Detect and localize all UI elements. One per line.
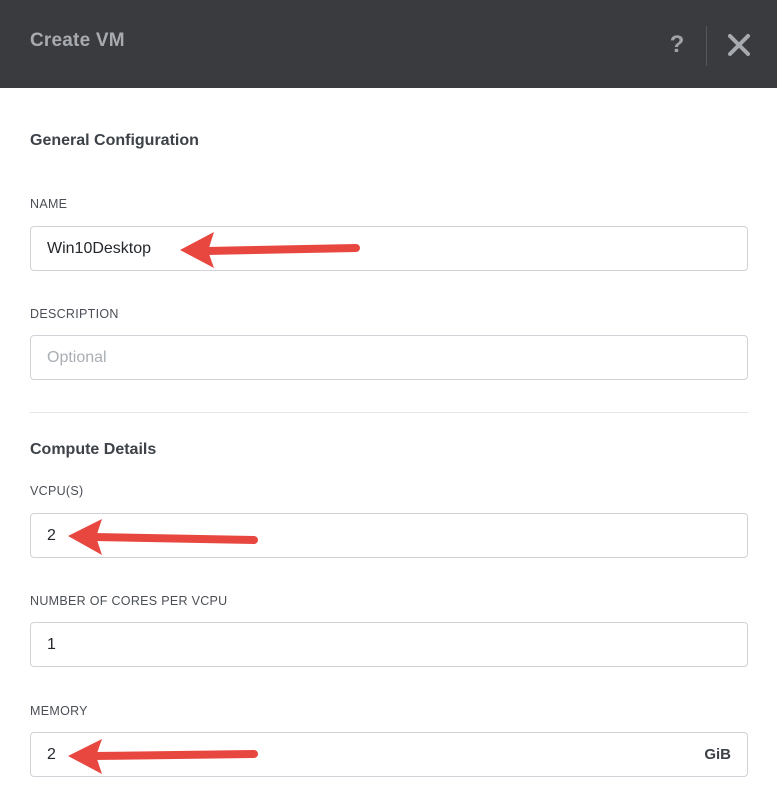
cores-per-vcpu-input-value: 1	[47, 636, 56, 653]
memory-label: MEMORY	[30, 704, 88, 718]
cores-per-vcpu-input[interactable]: 1	[30, 622, 748, 667]
vcpus-input-value: 2	[47, 527, 56, 544]
description-input[interactable]: Optional	[30, 335, 748, 380]
section-divider	[30, 412, 748, 413]
name-label: NAME	[30, 197, 68, 211]
titlebar-divider	[706, 26, 707, 66]
vcpus-input[interactable]: 2	[30, 513, 748, 558]
memory-input[interactable]: 2 GiB	[30, 732, 748, 777]
dialog-titlebar: Create VM ?	[0, 0, 777, 88]
name-input-value: Win10Desktop	[47, 240, 152, 257]
name-input[interactable]: Win10Desktop	[30, 226, 748, 271]
section-title-compute: Compute Details	[30, 441, 157, 458]
section-title-general: General Configuration	[30, 132, 199, 149]
memory-unit: GiB	[704, 746, 731, 763]
vcpus-label: VCPU(S)	[30, 484, 84, 498]
description-label: DESCRIPTION	[30, 307, 119, 321]
dialog-title: Create VM	[30, 30, 125, 51]
memory-input-value: 2	[47, 746, 56, 763]
cores-per-vcpu-label: NUMBER OF CORES PER VCPU	[30, 594, 228, 608]
description-placeholder: Optional	[47, 349, 107, 366]
help-button[interactable]: ?	[664, 28, 690, 62]
close-icon	[728, 34, 750, 56]
create-vm-dialog: Create VM ? General Configuration NAME W…	[0, 0, 777, 797]
close-button[interactable]	[725, 31, 753, 59]
